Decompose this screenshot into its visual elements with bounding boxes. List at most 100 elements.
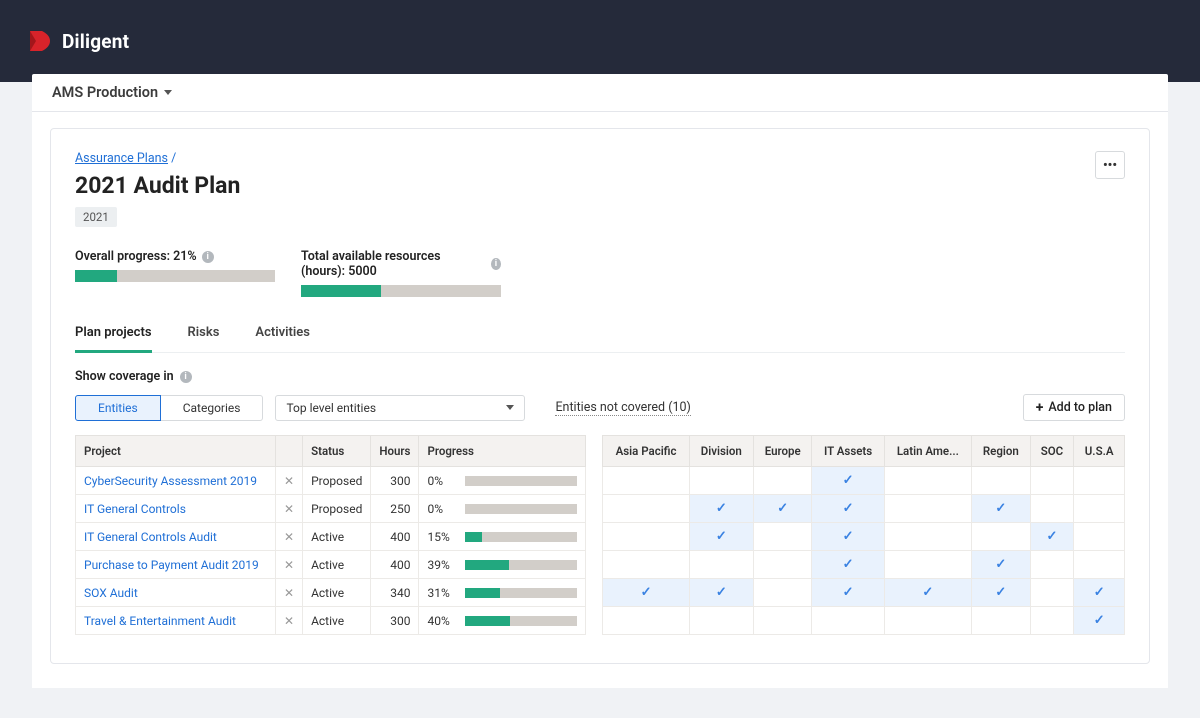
coverage-categories-button[interactable]: Categories (161, 395, 264, 421)
caret-down-icon (506, 405, 514, 410)
hours-cell: 340 (371, 579, 419, 607)
coverage-cell (1030, 467, 1074, 495)
breadcrumb-parent[interactable]: Assurance Plans (75, 151, 168, 166)
coverage-cell (1074, 495, 1125, 523)
tab-plan-projects[interactable]: Plan projects (75, 319, 152, 353)
coverage-cell (884, 523, 971, 551)
coverage-cell (1030, 579, 1074, 607)
check-icon: ✓ (995, 585, 1006, 600)
col-status[interactable]: Status (303, 436, 371, 467)
hours-cell: 300 (371, 607, 419, 635)
coverage-cell: ✓ (972, 495, 1031, 523)
coverage-cell (603, 467, 689, 495)
project-link[interactable]: Travel & Entertainment Audit (84, 614, 236, 628)
hours-cell: 400 (371, 551, 419, 579)
col-entity[interactable]: U.S.A (1074, 436, 1125, 467)
remove-icon[interactable]: ✕ (284, 474, 294, 488)
remove-icon[interactable]: ✕ (284, 502, 294, 516)
overall-progress-label: Overall progress: 21% (75, 249, 197, 264)
overall-progress-bar (75, 270, 275, 282)
coverage-cell (689, 551, 753, 579)
not-covered-link[interactable]: Entities not covered (10) (555, 400, 690, 416)
resources-progress-bar (301, 285, 501, 297)
coverage-cell: ✓ (812, 467, 884, 495)
coverage-cell: ✓ (972, 551, 1031, 579)
coverage-segmented: Entities Categories (75, 395, 263, 421)
more-actions-button[interactable]: ••• (1095, 151, 1125, 179)
tab-activities[interactable]: Activities (255, 319, 310, 353)
project-link[interactable]: CyberSecurity Assessment 2019 (84, 474, 257, 488)
coverage-entities-button[interactable]: Entities (75, 395, 161, 421)
status-cell: Proposed (303, 495, 371, 523)
remove-icon[interactable]: ✕ (284, 614, 294, 628)
col-entity[interactable]: Region (972, 436, 1031, 467)
check-icon: ✓ (716, 501, 727, 516)
coverage-cell: ✓ (689, 523, 753, 551)
entity-level-select[interactable]: Top level entities (275, 395, 525, 421)
remove-icon[interactable]: ✕ (284, 558, 294, 572)
coverage-cell (972, 607, 1031, 635)
col-project[interactable]: Project (76, 436, 276, 467)
col-entity[interactable]: Latin Ame... (884, 436, 971, 467)
app-switcher[interactable]: AMS Production (52, 84, 172, 101)
coverage-cell (1074, 523, 1125, 551)
remove-icon[interactable]: ✕ (284, 530, 294, 544)
coverage-cell (972, 523, 1031, 551)
col-entity[interactable]: SOC (1030, 436, 1074, 467)
coverage-cell (753, 523, 812, 551)
plus-icon: + (1036, 401, 1044, 415)
coverage-cell (689, 467, 753, 495)
coverage-cell: ✓ (753, 495, 812, 523)
coverage-cell (753, 607, 812, 635)
breadcrumb: Assurance Plans / (75, 151, 240, 166)
info-icon[interactable]: i (491, 258, 501, 270)
check-icon: ✓ (1094, 613, 1105, 628)
project-link[interactable]: SOX Audit (84, 586, 138, 600)
coverage-cell: ✓ (884, 579, 971, 607)
col-entity[interactable]: Europe (753, 436, 812, 467)
status-cell: Proposed (303, 467, 371, 495)
coverage-cell (1030, 607, 1074, 635)
info-icon[interactable]: i (180, 371, 192, 383)
check-icon: ✓ (716, 585, 727, 600)
project-link[interactable]: Purchase to Payment Audit 2019 (84, 558, 259, 572)
check-icon: ✓ (777, 501, 788, 516)
progress-cell: 40% (419, 607, 586, 635)
table-row: CyberSecurity Assessment 2019 ✕ Proposed30… (76, 467, 1125, 495)
project-link[interactable]: IT General Controls (84, 502, 186, 516)
col-entity[interactable]: Division (689, 436, 753, 467)
col-progress[interactable]: Progress (419, 436, 586, 467)
entity-level-value: Top level entities (286, 401, 376, 415)
coverage-cell (603, 607, 689, 635)
coverage-cell (1030, 495, 1074, 523)
status-cell: Active (303, 607, 371, 635)
hours-cell: 300 (371, 467, 419, 495)
coverage-cell: ✓ (603, 579, 689, 607)
more-icon: ••• (1103, 158, 1117, 173)
coverage-cell: ✓ (1074, 607, 1125, 635)
coverage-cell (689, 607, 753, 635)
coverage-cell (884, 607, 971, 635)
check-icon: ✓ (922, 585, 933, 600)
remove-icon[interactable]: ✕ (284, 586, 294, 600)
add-to-plan-label: Add to plan (1048, 400, 1112, 415)
tab-risks[interactable]: Risks (188, 319, 220, 353)
progress-cell: 0% (419, 467, 586, 495)
col-entity[interactable]: IT Assets (812, 436, 884, 467)
project-link[interactable]: IT General Controls Audit (84, 530, 217, 544)
tabs: Plan projects Risks Activities (75, 319, 1125, 353)
coverage-cell (753, 551, 812, 579)
stats-row: Overall progress: 21% i Total available … (75, 249, 1125, 297)
coverage-cell: ✓ (812, 523, 884, 551)
topbar: Diligent (0, 0, 1200, 82)
progress-cell: 0% (419, 495, 586, 523)
check-icon: ✓ (716, 529, 727, 544)
resources-stat: Total available resources (hours): 5000 … (301, 249, 501, 297)
add-to-plan-button[interactable]: + Add to plan (1023, 394, 1125, 421)
coverage-cell (884, 551, 971, 579)
col-entity[interactable]: Asia Pacific (603, 436, 689, 467)
hours-cell: 250 (371, 495, 419, 523)
info-icon[interactable]: i (202, 251, 214, 263)
coverage-cell: ✓ (1030, 523, 1074, 551)
col-hours[interactable]: Hours (371, 436, 419, 467)
